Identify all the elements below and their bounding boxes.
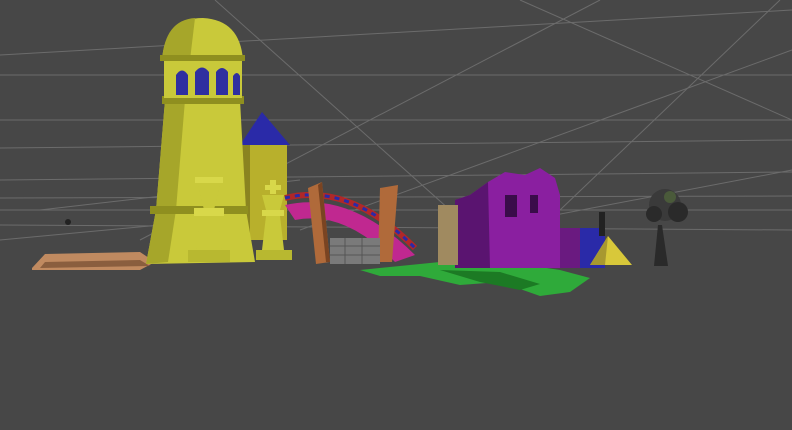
small-dark-object — [65, 219, 71, 225]
grid-line — [0, 9, 792, 56]
grid-line — [0, 139, 792, 149]
purple-ruin — [438, 168, 605, 268]
grid-line — [0, 224, 161, 241]
stone-wall — [330, 238, 380, 264]
grid-line — [0, 171, 792, 181]
scene-canvas[interactable] — [0, 0, 792, 430]
scene-viewport[interactable] — [0, 0, 792, 430]
tan-platform — [32, 252, 155, 270]
tree — [646, 189, 688, 266]
